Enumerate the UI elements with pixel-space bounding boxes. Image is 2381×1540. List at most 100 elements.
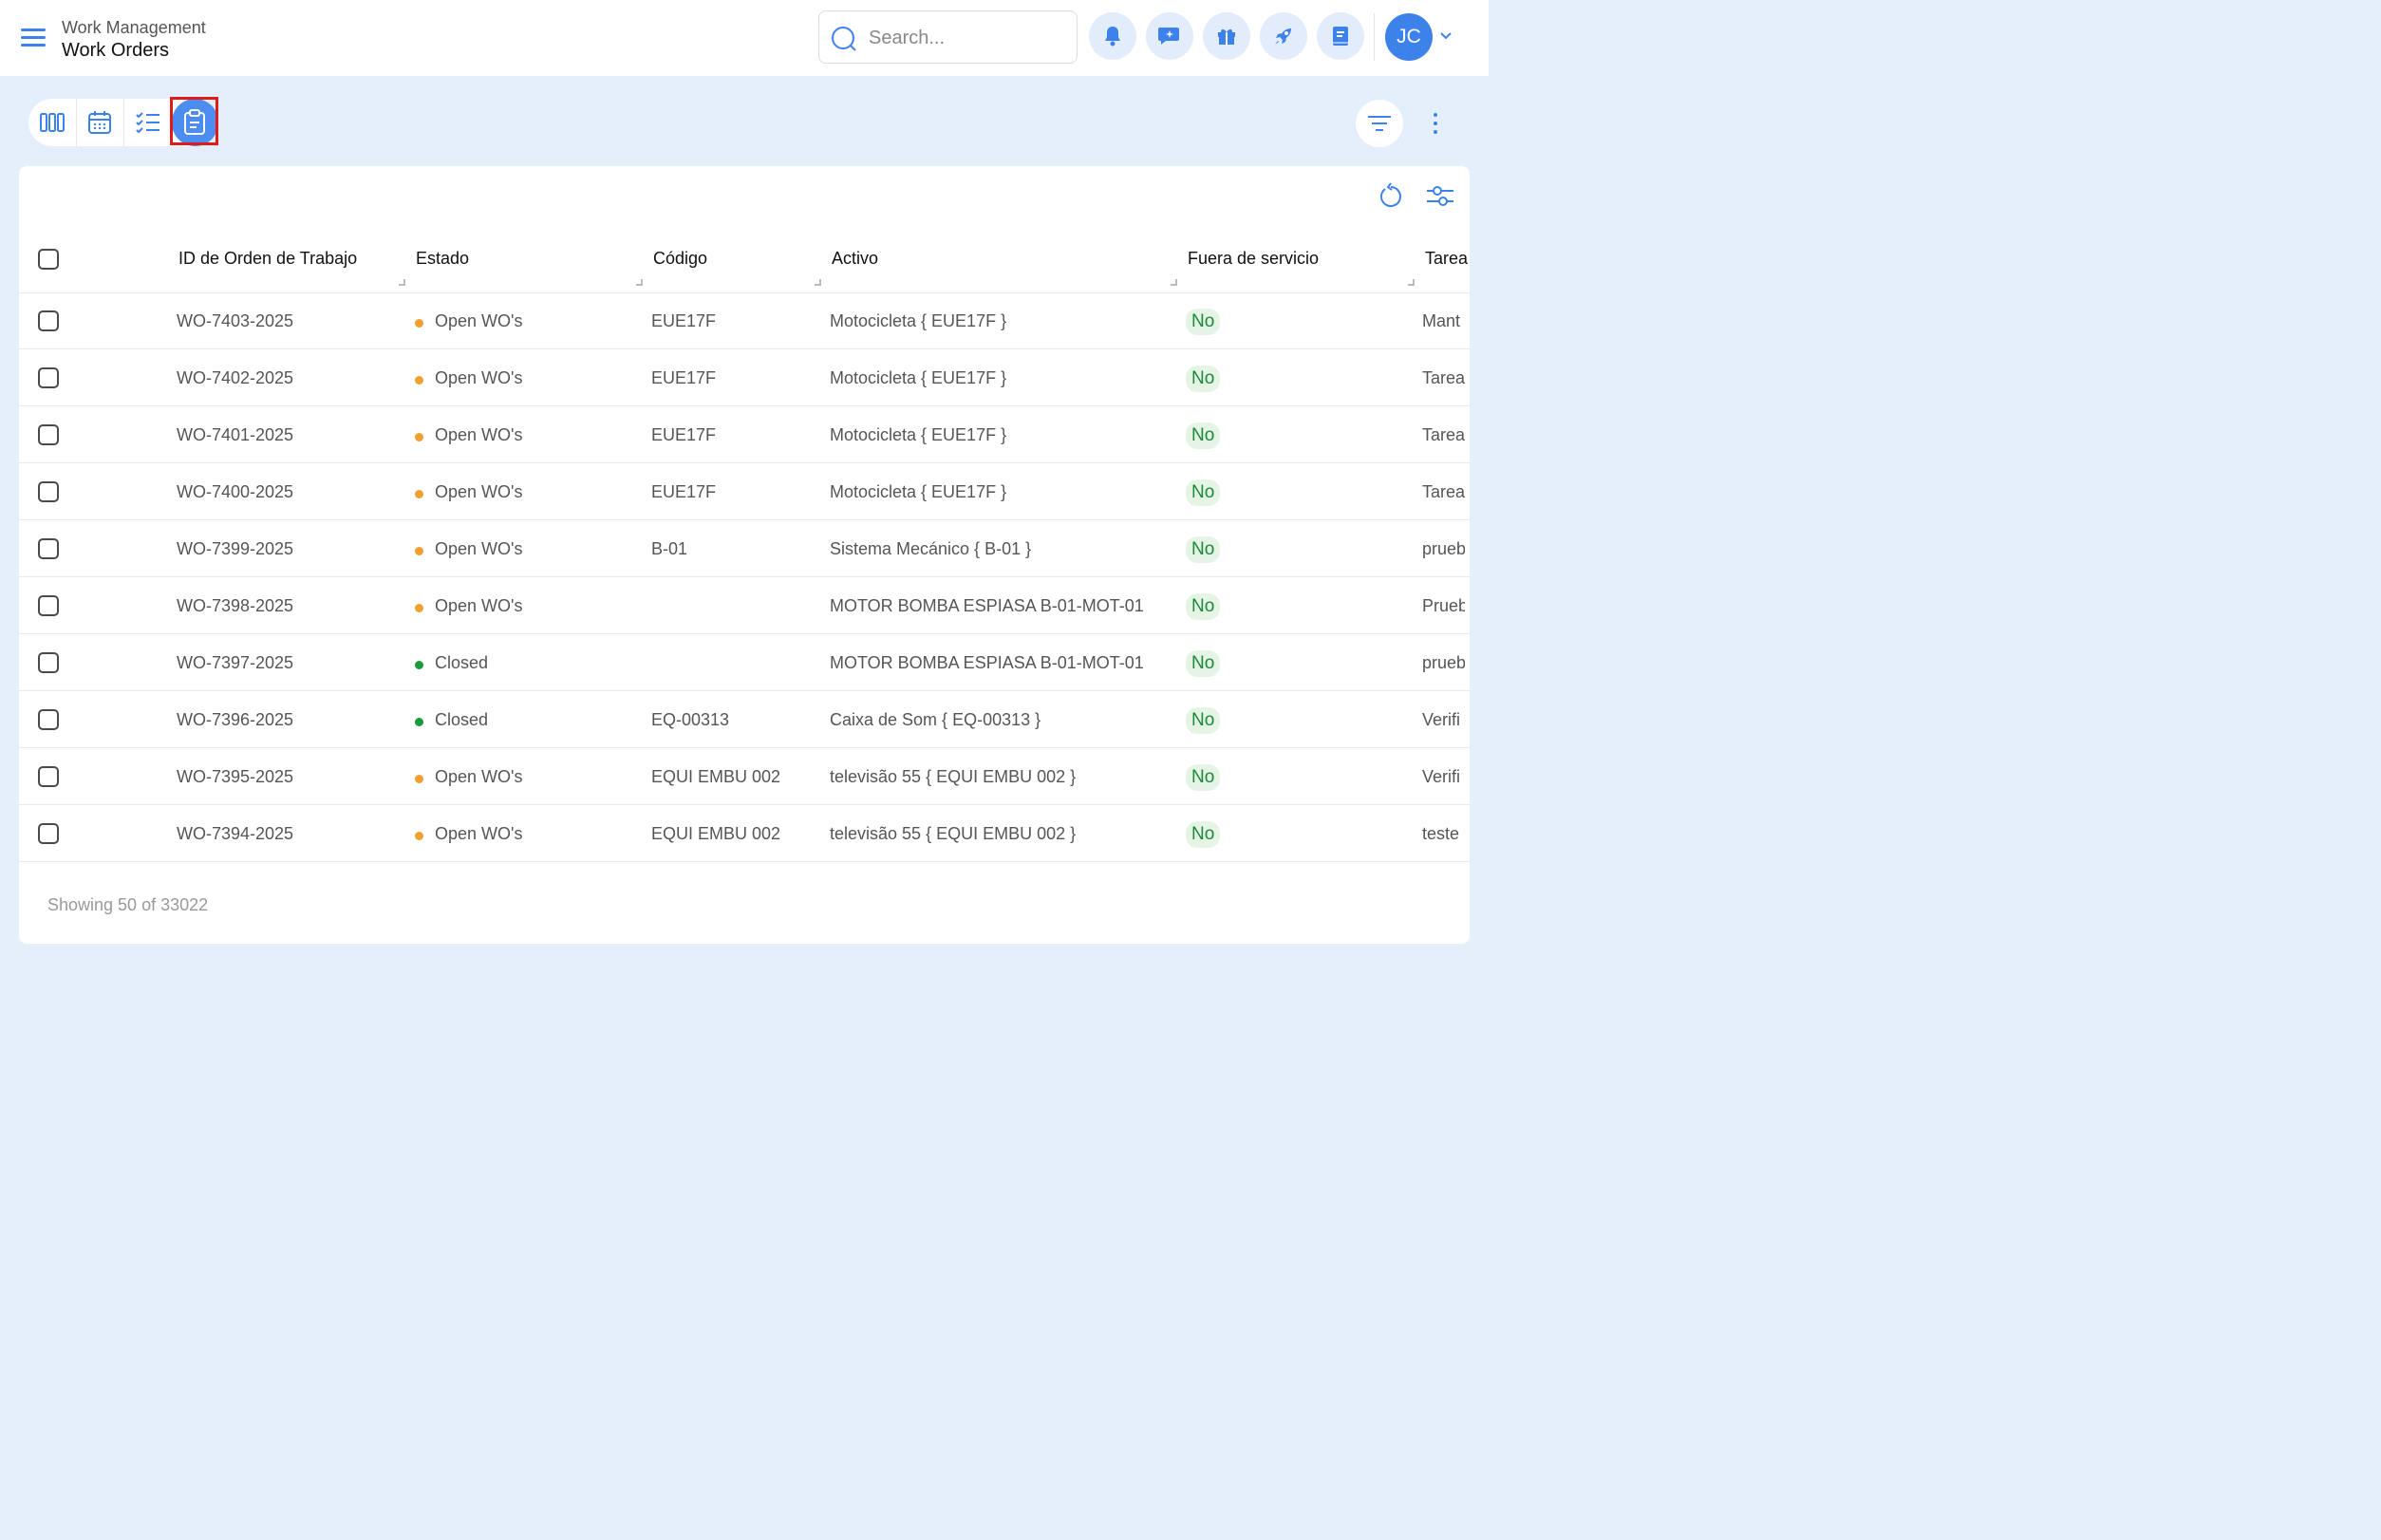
task-cell: Prueb [1422,596,1465,615]
column-settings-button[interactable] [1426,181,1454,210]
column-header-out-of-service[interactable]: Fuera de servicio [1188,249,1319,269]
out-of-service-badge: No [1186,479,1221,506]
book-icon [1333,27,1348,46]
work-order-id[interactable]: WO-7398-2025 [177,596,293,616]
column-header-asset[interactable]: Activo [832,249,878,269]
status-text: Open WO's [435,425,523,444]
hamburger-menu-icon[interactable] [21,28,46,47]
column-header-id[interactable]: ID de Orden de Trabajo [178,249,357,269]
task-cell: prueb [1422,539,1465,558]
row-checkbox[interactable] [38,481,59,502]
row-checkbox[interactable] [38,823,59,844]
pagination-summary: Showing 50 of 33022 [47,895,209,914]
user-avatar[interactable]: JC [1385,13,1433,61]
table-row[interactable]: WO-7400-2025 Open WO's EUE17F Motocicleta {… [19,463,1470,520]
code-cell: EQUI EMBU 002 [651,767,781,786]
launch-button[interactable] [1260,12,1307,60]
chat-assistant-button[interactable] [1146,12,1193,60]
table-row[interactable]: WO-7398-2025 Open WO's MOTOR BOMBA ESPIASA… [19,577,1470,634]
work-order-id[interactable]: WO-7394-2025 [177,824,293,844]
row-checkbox[interactable] [38,310,59,331]
row-checkbox[interactable] [38,709,59,730]
table-row[interactable]: WO-7399-2025 Open WO's B-01 Sistema Mecánic… [19,520,1470,577]
row-checkbox[interactable] [38,424,59,445]
work-order-id[interactable]: WO-7402-2025 [177,368,293,388]
status-text: Closed [435,710,489,729]
out-of-service-badge: No [1186,764,1221,791]
status-dot [415,376,423,385]
out-of-service-badge: No [1186,423,1221,449]
asset-cell: Motocicleta { EUE17F } [830,368,1007,387]
status-text: Open WO's [435,767,523,786]
board-view-button[interactable] [28,99,76,146]
status-dot [415,832,423,840]
table-toolbar [1377,181,1454,210]
code-cell: EUE17F [651,368,717,387]
out-of-service-badge: No [1186,536,1221,563]
docs-button[interactable] [1317,12,1364,60]
column-resize-handle[interactable] [1408,279,1415,286]
row-checkbox[interactable] [38,766,59,787]
list-view-button[interactable] [123,99,172,146]
clipboard-icon [184,109,206,135]
gift-button[interactable] [1203,12,1250,60]
status-dot [415,604,423,612]
column-resize-handle[interactable] [815,279,821,286]
gift-icon [1218,28,1235,45]
column-header-status[interactable]: Estado [416,249,469,269]
work-order-id[interactable]: WO-7395-2025 [177,767,293,787]
work-order-id[interactable]: WO-7403-2025 [177,311,293,331]
code-cell: EUE17F [651,311,717,330]
out-of-service-badge: No [1186,707,1221,734]
column-resize-handle[interactable] [636,279,643,286]
status-text: Open WO's [435,596,523,615]
status-dot [415,661,423,669]
table-row[interactable]: WO-7402-2025 Open WO's EUE17F Motocicleta {… [19,349,1470,406]
status-text: Open WO's [435,539,523,558]
rocket-icon [1275,28,1291,45]
form-view-button[interactable] [171,99,218,146]
column-resize-handle[interactable] [1171,279,1177,286]
work-order-id[interactable]: WO-7400-2025 [177,482,293,502]
out-of-service-badge: No [1186,593,1221,620]
filter-button[interactable] [1356,100,1403,147]
table-row[interactable]: WO-7403-2025 Open WO's EUE17F Motocicleta {… [19,292,1470,349]
refresh-icon [1380,182,1401,207]
status-text: Closed [435,653,489,672]
status-dot [415,547,423,555]
work-order-id[interactable]: WO-7399-2025 [177,539,293,559]
notifications-button[interactable] [1089,12,1136,60]
status-text: Open WO's [435,824,523,843]
asset-cell: MOTOR BOMBA ESPIASA B-01-MOT-01 [830,596,1144,615]
row-checkbox[interactable] [38,595,59,616]
column-resize-handle[interactable] [399,279,405,286]
column-header-code[interactable]: Código [653,249,707,269]
code-cell: EQUI EMBU 002 [651,824,781,843]
refresh-button[interactable] [1377,181,1405,210]
table-row[interactable]: WO-7395-2025 Open WO's EQUI EMBU 002 televi… [19,748,1470,805]
row-checkbox[interactable] [38,367,59,388]
status-text: Open WO's [435,311,523,330]
row-checkbox[interactable] [38,652,59,673]
asset-cell: Sistema Mecánico { B-01 } [830,539,1032,558]
row-checkbox[interactable] [38,538,59,559]
code-cell: EUE17F [651,425,717,444]
code-cell: B-01 [651,539,688,558]
work-order-id[interactable]: WO-7396-2025 [177,710,293,730]
table-row[interactable]: WO-7394-2025 Open WO's EQUI EMBU 002 televi… [19,805,1470,862]
work-order-id[interactable]: WO-7397-2025 [177,653,293,673]
select-all-checkbox[interactable] [38,249,59,270]
calendar-view-button[interactable] [75,99,124,146]
table-row[interactable]: WO-7396-2025 Closed EQ-00313 Caixa de Som {… [19,691,1470,748]
chevron-down-icon[interactable] [1438,30,1453,42]
more-options-icon[interactable] [1426,109,1445,138]
asset-cell: Caixa de Som { EQ-00313 } [830,710,1041,729]
table-row[interactable]: WO-7401-2025 Open WO's EUE17F Motocicleta {… [19,406,1470,463]
column-header-task[interactable]: Tarea [1425,249,1468,269]
work-order-id[interactable]: WO-7401-2025 [177,425,293,445]
table-row[interactable]: WO-7397-2025 Closed MOTOR BOMBA ESPIASA B-… [19,634,1470,691]
search-input[interactable] [867,23,1070,53]
out-of-service-badge: No [1186,821,1221,848]
asset-cell: Motocicleta { EUE17F } [830,311,1007,330]
task-cell: Mant [1422,311,1461,330]
